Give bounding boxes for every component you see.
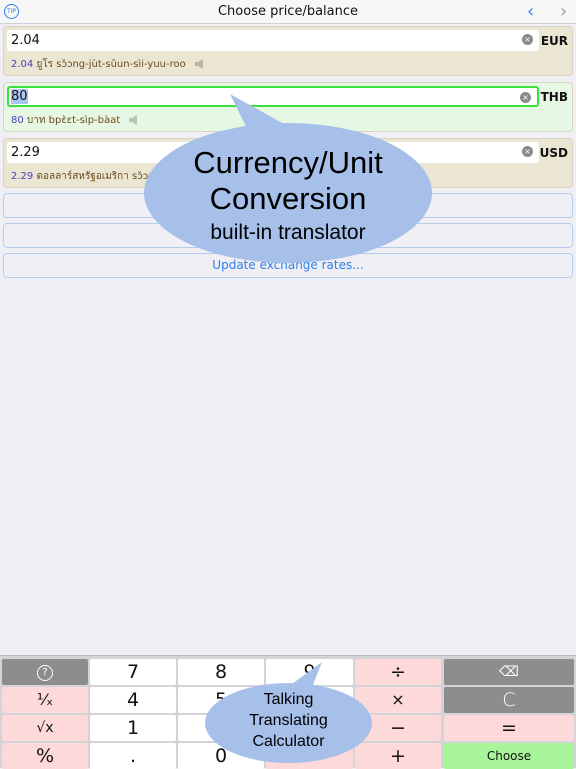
clear-icon[interactable]: ×: [520, 92, 531, 103]
choose-button[interactable]: Choose: [444, 743, 574, 769]
bubble-text: Translating: [249, 712, 328, 729]
promo-bubble-conversion: Currency/Unit Conversion built-in transl…: [144, 123, 432, 263]
clear-key[interactable]: C: [444, 687, 574, 713]
divide-key[interactable]: ÷: [355, 659, 441, 685]
help-icon: ?: [37, 664, 53, 681]
bubble-text: Calculator: [252, 733, 325, 750]
chevron-right-icon[interactable]: ›: [560, 1, 567, 22]
sqrt-key[interactable]: √x: [2, 715, 88, 741]
speaker-icon[interactable]: [194, 58, 206, 70]
promo-bubble-calculator: Talking Translating Calculator: [205, 683, 372, 763]
currency-code[interactable]: USD: [540, 146, 568, 160]
currency-panel-eur: 2.04 × EUR 2.04 ยูโร sɔ̌ɔng-jùt-sǔun-sìi-…: [3, 26, 573, 76]
bubble-title: Currency/Unit: [193, 145, 383, 180]
page-title: Choose price/balance: [217, 4, 359, 19]
currency-code[interactable]: EUR: [541, 34, 568, 48]
help-key[interactable]: ?: [2, 659, 88, 685]
speaker-icon[interactable]: [128, 114, 140, 126]
translation-text: 2.04 ยูโร sɔ̌ɔng-jùt-sǔun-sìi-yuu-roo: [11, 57, 206, 72]
clear-icon[interactable]: ×: [522, 146, 533, 157]
translation-text: 80 บาท bpɛ̀ɛt-sìp-bàat: [11, 113, 140, 128]
key-7[interactable]: 7: [90, 659, 176, 685]
key-4[interactable]: 4: [90, 687, 176, 713]
chevron-left-icon[interactable]: ‹: [527, 1, 534, 22]
equals-key[interactable]: =: [444, 715, 574, 741]
percent-key[interactable]: %: [2, 743, 88, 769]
nav-bar: TIP Choose price/balance ‹ ›: [0, 0, 576, 24]
bubble-title: Conversion: [209, 181, 367, 216]
currency-code[interactable]: THB: [541, 90, 568, 104]
backspace-key[interactable]: ⌫: [444, 659, 574, 685]
amount-input-eur[interactable]: 2.04 ×: [7, 30, 539, 51]
bubble-text: Talking: [263, 691, 314, 708]
bubble-subtitle: built-in translator: [210, 221, 366, 244]
reciprocal-key[interactable]: ¹⁄ₓ: [2, 687, 88, 713]
key-1[interactable]: 1: [90, 715, 176, 741]
decimal-key[interactable]: .: [90, 743, 176, 769]
clear-icon[interactable]: ×: [522, 34, 533, 45]
